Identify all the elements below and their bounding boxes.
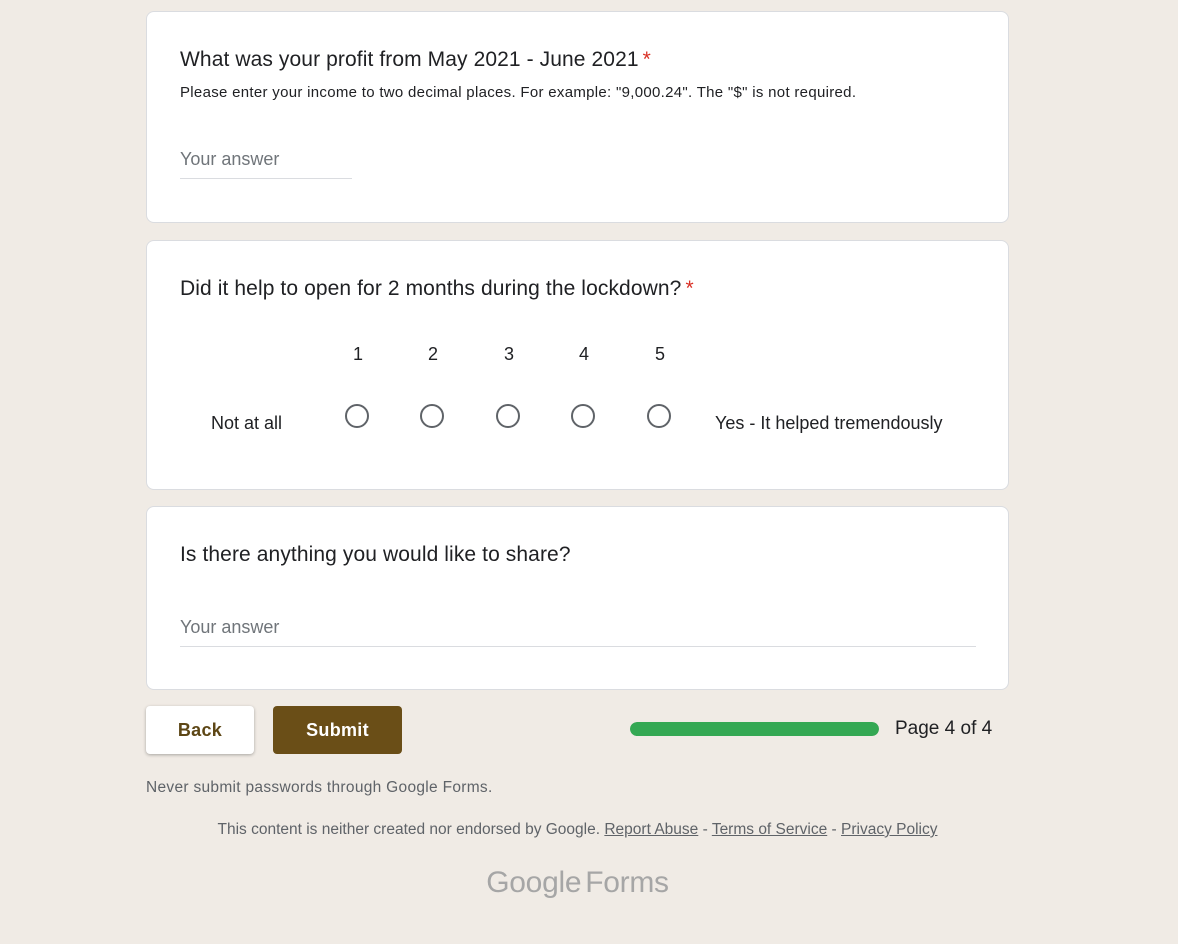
scale-number-4: 4 <box>578 344 589 364</box>
scale-radio-5[interactable] <box>647 404 671 428</box>
google-wordmark: Google <box>486 866 582 899</box>
question-title: Did it help to open for 2 months during … <box>180 277 694 301</box>
share-answer-input[interactable] <box>180 617 976 647</box>
question-title: What was your profit from May 2021 - Jun… <box>180 48 651 72</box>
question-card-share: Is there anything you would like to shar… <box>146 506 1009 690</box>
scale-radio-1[interactable] <box>345 404 369 428</box>
footer-disclaimer: This content is neither created nor endo… <box>146 821 1009 839</box>
required-asterisk: * <box>685 277 694 300</box>
scale-high-label: Yes - It helped tremendously <box>715 413 943 433</box>
scale-number-1: 1 <box>352 344 363 364</box>
forms-wordmark: Forms <box>585 866 669 899</box>
disclaimer-text: This content is neither created nor endo… <box>217 821 601 838</box>
required-asterisk: * <box>642 48 651 71</box>
privacy-policy-link[interactable]: Privacy Policy <box>841 821 937 838</box>
question-card-lockdown: Did it help to open for 2 months during … <box>146 240 1009 490</box>
footer-separator: - <box>831 821 837 838</box>
question-description: Please enter your income to two decimal … <box>180 84 857 101</box>
scale-radio-4[interactable] <box>571 404 595 428</box>
report-abuse-link[interactable]: Report Abuse <box>604 821 698 838</box>
scale-low-label: Not at all <box>211 413 283 433</box>
scale-number-3: 3 <box>503 344 514 364</box>
progress-bar <box>630 722 879 736</box>
password-warning: Never submit passwords through Google Fo… <box>146 779 493 796</box>
question-title: Is there anything you would like to shar… <box>180 543 571 566</box>
terms-of-service-link[interactable]: Terms of Service <box>712 821 827 838</box>
back-button[interactable]: Back <box>146 706 254 754</box>
profit-answer-input[interactable] <box>180 149 352 179</box>
scale-number-5: 5 <box>654 344 665 364</box>
submit-button[interactable]: Submit <box>273 706 402 754</box>
scale-radio-3[interactable] <box>496 404 520 428</box>
progress-bar-fill <box>630 722 879 736</box>
footer-separator: - <box>702 821 708 838</box>
question-card-profit: What was your profit from May 2021 - Jun… <box>146 11 1009 223</box>
google-forms-logo[interactable]: Google Forms <box>146 866 1009 900</box>
page-indicator: Page 4 of 4 <box>895 718 993 739</box>
scale-radio-2[interactable] <box>420 404 444 428</box>
scale-number-2: 2 <box>427 344 438 364</box>
question-title-text: Did it help to open for 2 months during … <box>180 277 682 300</box>
question-title-text: What was your profit from May 2021 - Jun… <box>180 48 639 71</box>
